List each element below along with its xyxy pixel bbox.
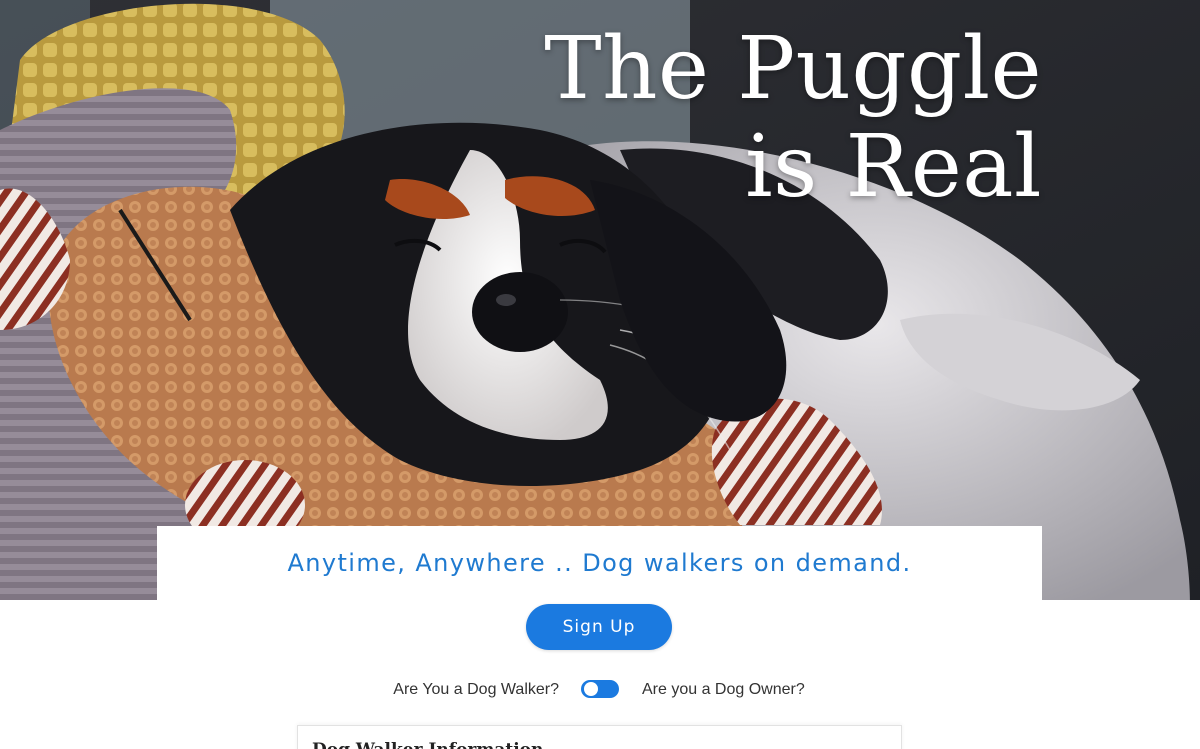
dog-walker-label: Are You a Dog Walker? [393,681,559,698]
info-panel-title: Dog Walker Information [312,740,543,749]
dog-owner-label: Are you a Dog Owner? [642,681,805,698]
page: The Puggle is Real Anytime, Anywhere .. … [0,0,1200,749]
role-toggle-row: Are You a Dog Walker? Are you a Dog Owne… [0,676,1200,706]
role-toggle-switch[interactable] [581,680,619,698]
hero-title-line-1: The Puggle [544,19,1042,119]
toggle-knob [584,682,598,696]
hero-section: The Puggle is Real [0,0,1200,600]
tagline-text: Anytime, Anywhere .. Dog walkers on dema… [287,549,912,577]
sign-up-button[interactable]: Sign Up [526,604,672,650]
hero-title-line-2: is Real [745,117,1042,217]
hero-title: The Puggle is Real [544,20,1042,216]
dog-walker-information-panel: Dog Walker Information [297,725,902,749]
tagline-card: Anytime, Anywhere .. Dog walkers on dema… [157,526,1042,600]
